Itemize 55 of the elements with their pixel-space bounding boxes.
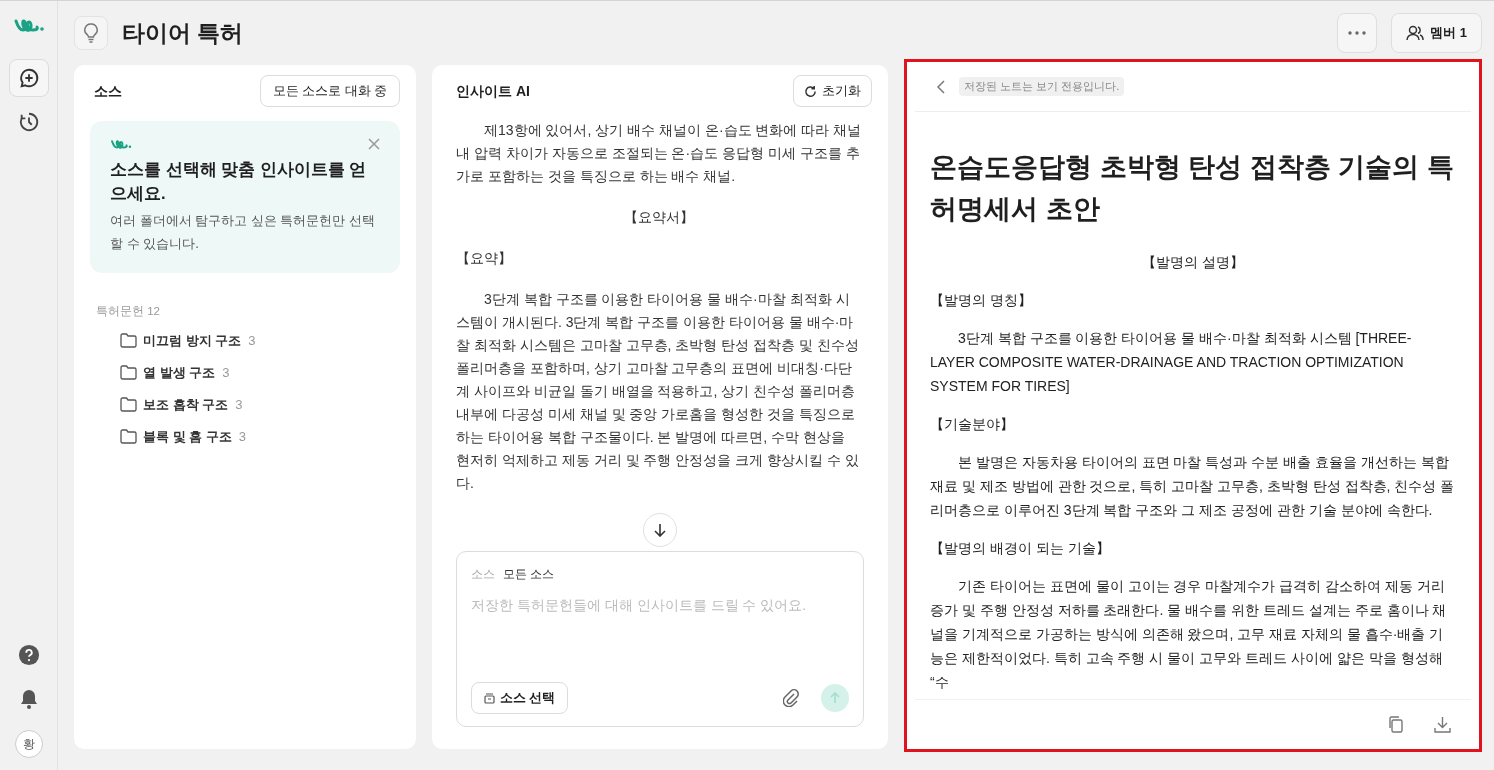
reset-button[interactable]: 초기화 <box>793 75 872 107</box>
close-icon[interactable] <box>368 138 380 150</box>
paragraph: 본 발명은 자동차용 타이어의 표면 마찰 특성과 수분 배출 효율을 개선하는 복합 재료 및 제조 방법에 관한 것으로, 특히 고마찰 고무층, 초박형 탄성 접착층, 친수성 폴리머층으로 이루어진 3단계 복합 구조와 그 제조 공정에 관한 기술 분야에 속한다. <box>930 453 1456 520</box>
scroll-down-button[interactable] <box>643 513 677 547</box>
folder-icon <box>120 332 137 348</box>
folder-item[interactable]: 보조 흡착 구조 3 <box>120 392 400 417</box>
panel-title: 소스 <box>93 81 122 101</box>
lightbulb-button[interactable] <box>74 16 108 50</box>
paperclip-icon[interactable] <box>783 689 799 707</box>
page-title: 타이어 특허 <box>122 18 244 48</box>
arrow-up-icon <box>830 692 840 704</box>
section-title: 【요약서】 <box>623 208 695 227</box>
logo-icon <box>110 137 132 151</box>
paragraph: 3단계 복합 구조를 이용한 타이어용 물 배수·마찰 최적화 시스템이 개시된다. 3단계 복합 구조를 이용한 타이어용 물 배수·마찰 최적화 시스템은 고마찰 고무층, 초박형 탄성 접착층 및 친수성 폴리머층을 포함하며, 상기 고마찰 고무층의 표면에 비대칭·다단계 사이프와 비균일 돌기 배열을 적용하고, 상기 친수성 폴리머층 내부에 다공성 미세 채널 및 중앙 가로홈을 형성한 것을 특징으로 하는 타이어용 복합 구조물이다. 본 발명에 따르면, 수막 현상을 현저히 억제하고 제동 거리 및 주행 안정성을 크게 향상시킬 수 있다. <box>456 290 860 493</box>
archive-icon <box>484 692 495 704</box>
section-heading: 【발명의 명칭】 <box>930 291 1033 310</box>
paragraph: 기존 타이어는 표면에 물이 고이는 경우 마찰계수가 급격히 감소하여 제동 거리 증가 및 주행 안정성 저하를 초래한다. 물 배수를 위한 트레드 설계는 주로 홈이나 채널을 기계적으로 가공하는 방식에 의존해 왔으며, 고무 재료 자체의 물 흡수·배출 기능은 제한적이었다. 특히 고속 주행 시 물이 고무와 트레드 사이에 얇은 막을 형성해 “수 <box>930 577 1448 692</box>
more-icon <box>1348 31 1367 35</box>
section-heading: 【기술분야】 <box>930 415 1015 434</box>
folder-icon <box>120 428 137 444</box>
group-label: 특허문헌 12 <box>95 304 161 319</box>
folder-icon <box>120 396 137 412</box>
download-icon[interactable] <box>1434 716 1451 733</box>
arrow-down-icon <box>654 523 666 537</box>
note-title: 온습도응답형 초박형 탄성 접착층 기술의 특허명세서 초안 <box>930 151 1455 226</box>
message-input[interactable]: 소스 모든 소스 저장한 특허문헌들에 대해 인사이트를 드릴 수 있어요. 소스 선택 <box>456 551 864 727</box>
member-button[interactable]: 멤버 1 <box>1391 13 1482 53</box>
read-only-notice: 저장된 노트는 보기 전용입니다. <box>959 77 1125 96</box>
copy-icon[interactable] <box>1388 716 1404 733</box>
bell-icon[interactable] <box>18 688 39 710</box>
folder-item[interactable]: 열 발생 구조 3 <box>120 360 400 385</box>
section-heading: 【요약】 <box>456 249 513 268</box>
history-icon[interactable] <box>17 111 40 133</box>
paragraph: 3단계 복합 구조를 이용한 타이어용 물 배수·마찰 최적화 시스템 [THREE-LAYER COMPOSITE WATER-DRAINAGE AND TRACTION OPTIMIZATION SYSTEM FOR TIRES] <box>930 329 1413 396</box>
tip-title: 소스를 선택해 맞춤 인사이트를 얻으세요. <box>110 159 368 204</box>
back-icon[interactable] <box>937 79 945 94</box>
people-icon <box>1406 25 1425 41</box>
source-value: 모든 소스 <box>503 567 555 582</box>
folder-item[interactable]: 블록 및 홈 구조 3 <box>120 424 400 449</box>
refresh-icon <box>804 84 817 98</box>
paragraph: 제13항에 있어서, 상기 배수 채널이 온·습도 변화에 따라 채널 내 압력 차이가 자동으로 조절되는 온·습도 응답형 미세 구조를 추가로 포함하는 것을 특징으로 하는 배수 채널. <box>456 121 862 186</box>
scope-button[interactable]: 모든 소스로 대화 중 <box>259 75 400 107</box>
section-title: 【발명의 설명】 <box>1141 253 1245 272</box>
select-source-button[interactable]: 소스 선택 <box>471 682 569 714</box>
tip-text: 여러 폴더에서 탐구하고 싶은 특허문헌만 선택할 수 있습니다. <box>110 212 377 253</box>
section-heading: 【발명의 배경이 되는 기술】 <box>930 539 1111 558</box>
source-label: 소스 <box>471 567 495 582</box>
help-icon[interactable] <box>17 644 40 666</box>
user-avatar[interactable]: 황 <box>14 730 43 758</box>
lightbulb-icon <box>83 23 99 43</box>
folder-item[interactable]: 미끄럼 방지 구조 3 <box>120 328 400 353</box>
new-chat-button[interactable] <box>8 59 49 97</box>
panel-title: 인사이트 AI <box>456 81 530 101</box>
chat-plus-icon <box>17 67 40 89</box>
folder-icon <box>120 364 137 380</box>
